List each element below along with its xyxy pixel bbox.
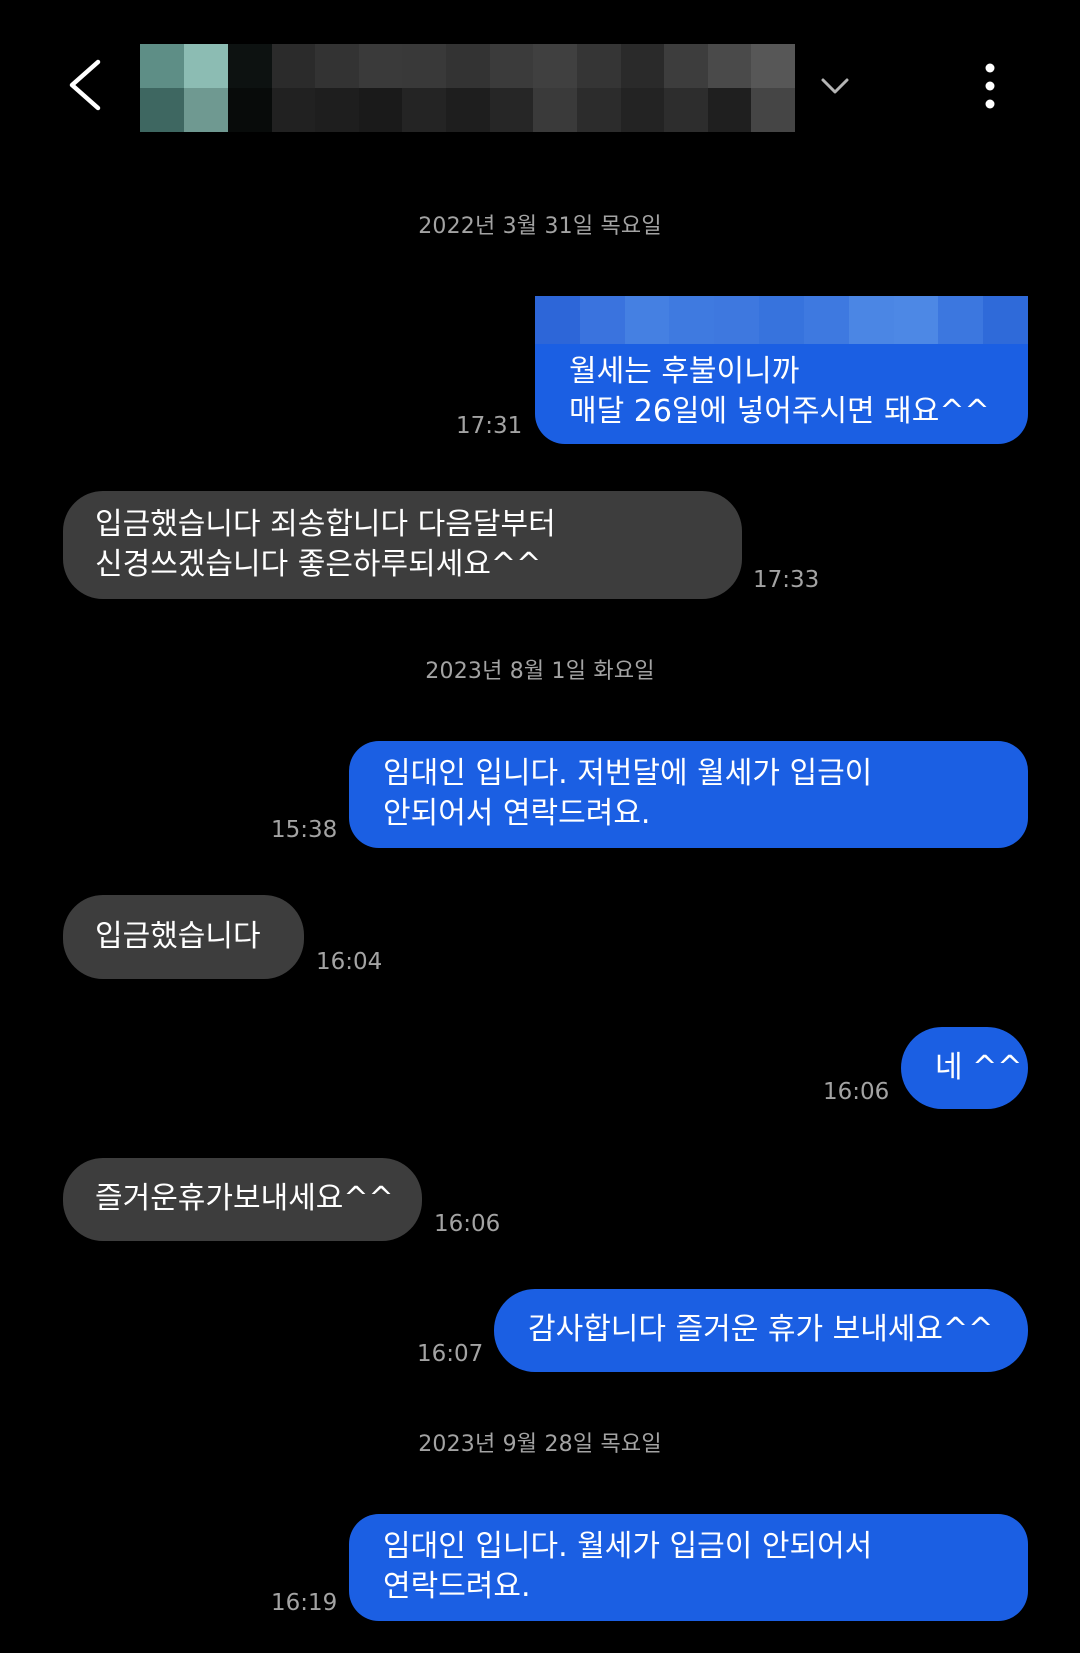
- message-text: 네 ^^: [935, 1050, 1023, 1085]
- message-text: 즐거운휴가보내세요^^: [95, 1181, 394, 1216]
- message-bubble-incoming[interactable]: 즐거운휴가보내세요^^: [63, 1158, 422, 1241]
- message-text: 연락드려요.: [383, 1569, 531, 1604]
- message-time: 17:33: [753, 567, 820, 593]
- message-bubble-outgoing[interactable]: 임대인 입니다. 월세가 입금이 안되어서 연락드려요.: [349, 1514, 1028, 1621]
- message-bubble-outgoing[interactable]: 월세는 후불이니까 매달 26일에 넣어주시면 돼요^^: [535, 296, 1028, 444]
- message-time: 16:04: [316, 949, 383, 975]
- contact-avatar: [140, 44, 228, 132]
- contact-name-redacted: [228, 44, 795, 132]
- message-text: 임대인 입니다. 저번달에 월세가 입금이: [383, 756, 873, 791]
- expand-contact-button[interactable]: [815, 66, 855, 106]
- message-bubble-incoming[interactable]: 입금했습니다 죄송합니다 다음달부터 신경쓰겠습니다 좋은하루되세요^^: [63, 491, 742, 599]
- more-options-button[interactable]: [970, 58, 1010, 114]
- message-bubble-outgoing[interactable]: 감사합니다 즐거운 휴가 보내세요^^: [494, 1289, 1028, 1372]
- contact-info[interactable]: [140, 44, 795, 132]
- date-separator: 2022년 3월 31일 목요일: [418, 214, 662, 239]
- chevron-left-icon: [69, 59, 101, 111]
- redacted-message-part: [535, 296, 1028, 344]
- message-time: 15:38: [271, 817, 338, 843]
- message-time: 16:06: [434, 1211, 501, 1237]
- message-text: 안되어서 연락드려요.: [383, 796, 651, 831]
- date-separator: 2023년 8월 1일 화요일: [425, 659, 655, 684]
- message-time: 16:19: [271, 1590, 338, 1616]
- more-vertical-icon: [985, 63, 995, 109]
- message-text: 월세는 후불이니까: [569, 354, 800, 389]
- message-text: 입금했습니다 죄송합니다 다음달부터: [95, 507, 556, 542]
- message-bubble-outgoing[interactable]: 임대인 입니다. 저번달에 월세가 입금이 안되어서 연락드려요.: [349, 741, 1028, 848]
- message-text: 감사합니다 즐거운 휴가 보내세요^^: [528, 1312, 994, 1347]
- conversation-screen: 2022년 3월 31일 목요일 월세는 후불이니까 매달 26일에 넣어주시면…: [0, 0, 1080, 1653]
- message-bubble-outgoing[interactable]: 네 ^^: [901, 1027, 1028, 1109]
- message-bubble-incoming[interactable]: 입금했습니다: [63, 895, 304, 979]
- message-time: 16:07: [417, 1341, 484, 1367]
- message-time: 17:31: [456, 413, 523, 439]
- chevron-down-icon: [821, 78, 849, 94]
- message-text: 신경쓰겠습니다 좋은하루되세요^^: [95, 547, 542, 582]
- date-separator: 2023년 9월 28일 목요일: [418, 1432, 662, 1457]
- message-text: 매달 26일에 넣어주시면 돼요^^: [569, 394, 990, 429]
- back-button[interactable]: [58, 50, 118, 120]
- conversation-header: [0, 0, 1080, 175]
- message-text: 입금했습니다: [95, 919, 261, 954]
- message-text: 임대인 입니다. 월세가 입금이 안되어서: [383, 1529, 873, 1564]
- message-time: 16:06: [823, 1079, 890, 1105]
